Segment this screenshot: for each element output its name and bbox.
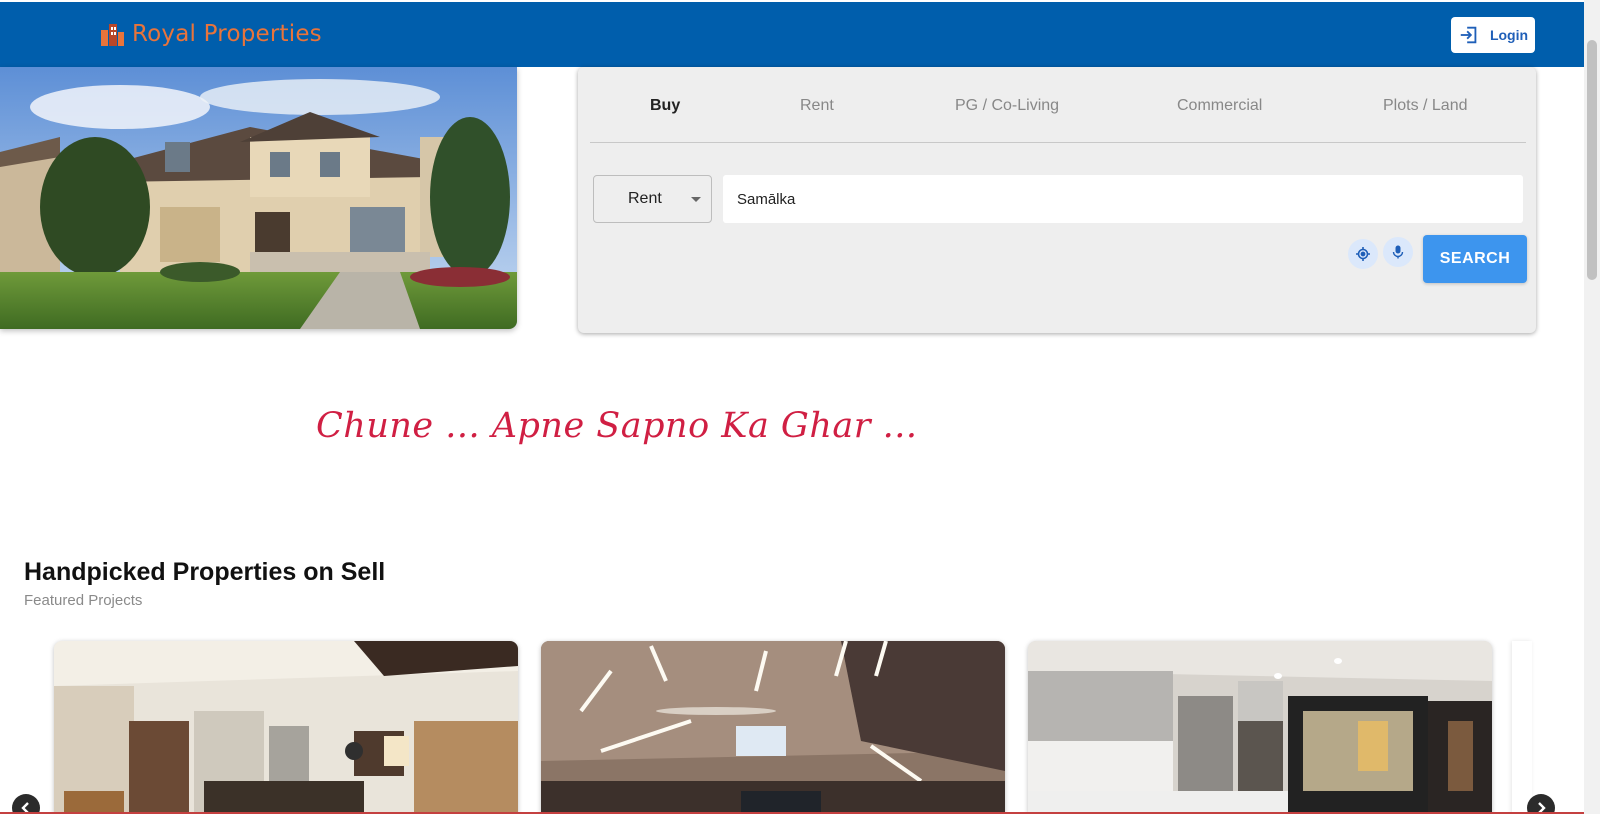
microphone-icon — [1392, 245, 1404, 259]
property-card-1[interactable] — [54, 641, 518, 814]
interior-ceiling-lights-photo — [541, 641, 1005, 814]
page-scrollbar[interactable] — [1584, 0, 1600, 814]
property-card-3[interactable] — [1028, 641, 1492, 814]
scrollbar-thumb[interactable] — [1587, 40, 1597, 280]
property-type-tabs: Buy Rent PG / Co-Living Commercial Plots… — [590, 67, 1526, 143]
tab-rent[interactable]: Rent — [800, 97, 834, 115]
interior-kitchen-photo — [1028, 641, 1492, 814]
voice-search-button[interactable] — [1383, 237, 1413, 267]
use-location-button[interactable] — [1348, 239, 1378, 269]
building-logo-icon — [101, 24, 124, 46]
section-title: Handpicked Properties on Sell — [24, 558, 386, 586]
tab-pg-co-living[interactable]: PG / Co-Living — [955, 97, 1059, 115]
interior-living-room-photo — [54, 641, 518, 814]
caret-down-icon — [691, 197, 701, 202]
brand-name: Royal Properties — [132, 21, 322, 47]
search-button[interactable]: SEARCH — [1423, 235, 1527, 283]
location-search-input[interactable] — [723, 175, 1523, 223]
property-card-4-peek[interactable] — [1512, 641, 1532, 814]
carousel-prev-button[interactable] — [12, 794, 40, 814]
login-button[interactable]: Login — [1451, 17, 1535, 53]
tab-buy[interactable]: Buy — [650, 97, 680, 115]
tab-commercial[interactable]: Commercial — [1177, 97, 1262, 115]
login-label: Login — [1489, 27, 1529, 43]
property-card-2[interactable] — [541, 641, 1005, 814]
listing-type-value: Rent — [628, 190, 662, 207]
page: Royal Properties Login Buy Rent PG / Co-… — [0, 0, 1600, 814]
listing-type-select[interactable]: Rent — [593, 175, 712, 223]
top-navbar: Royal Properties Login — [0, 2, 1584, 67]
tagline: Chune ... Apne Sapno Ka Ghar ... — [316, 406, 918, 446]
carousel-next-button[interactable] — [1527, 794, 1555, 814]
login-arrow-icon — [1460, 26, 1477, 44]
hero-house-image — [0, 67, 517, 329]
search-panel: Buy Rent PG / Co-Living Commercial Plots… — [578, 67, 1536, 333]
brand[interactable]: Royal Properties — [98, 20, 322, 48]
section-subtitle: Featured Projects — [24, 592, 143, 609]
crosshair-location-icon — [1356, 247, 1370, 261]
tab-plots-land[interactable]: Plots / Land — [1383, 97, 1468, 115]
